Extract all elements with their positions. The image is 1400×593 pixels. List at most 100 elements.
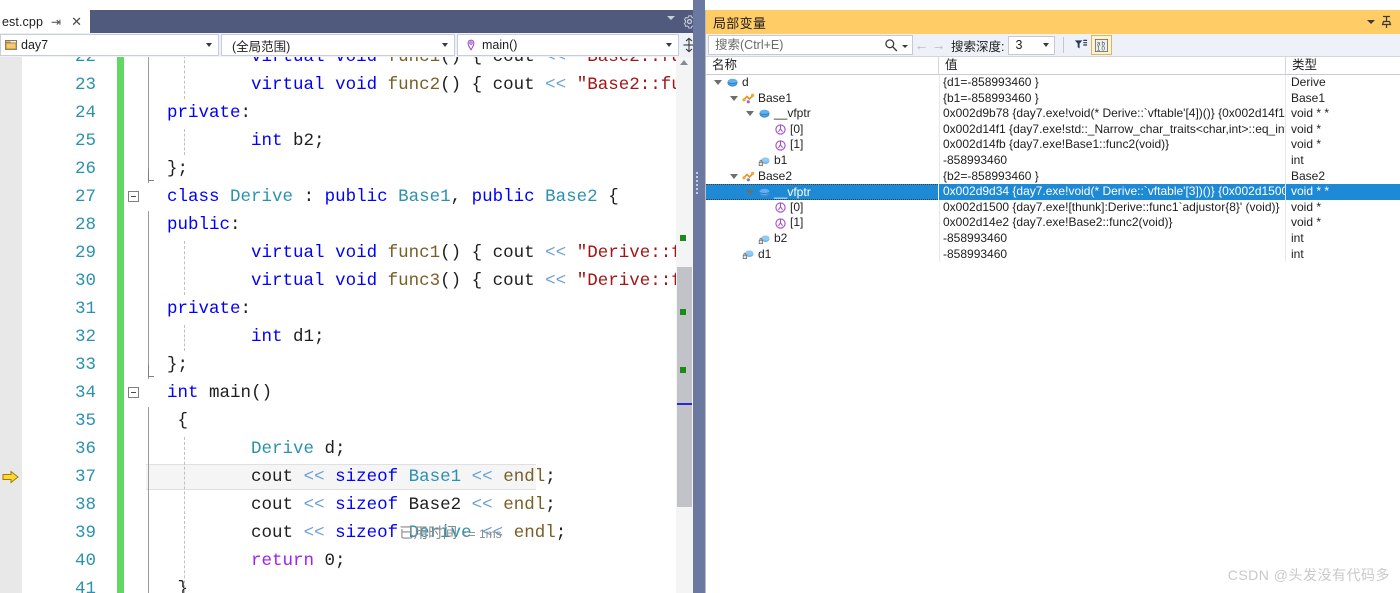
search-depth-dropdown[interactable]: 3: [1008, 35, 1056, 55]
collapse-toggle[interactable]: [128, 191, 139, 202]
code-surface[interactable]: 22 23 24 25 26 27 28 29 30 31 32 33 34 35 36 37 38 39 40 41…: [0, 57, 705, 593]
project-dropdown[interactable]: day7: [0, 34, 219, 56]
column-header-type[interactable]: 类型: [1286, 57, 1400, 74]
locals-tree-row[interactable]: Base1 {b1=-858993460 } Base1: [706, 90, 1400, 107]
code-line[interactable]: class Derive : public Base1, public Base…: [146, 183, 619, 211]
member-dropdown[interactable]: main(): [457, 34, 679, 56]
code-line[interactable]: virtual void func1() { cout << "Derive::…: [146, 239, 705, 267]
locals-row-value[interactable]: 0x002d14f1 {day7.exe!std::_Narrow_char_t…: [939, 122, 1285, 138]
code-line[interactable]: {: [146, 407, 189, 435]
code-line[interactable]: virtual void func2() { cout << "Base2::f…: [146, 71, 705, 99]
expand-collapse-triangle-icon[interactable]: [730, 173, 738, 181]
collapse-toggle[interactable]: [128, 387, 139, 398]
pin-icon[interactable]: ⇥: [49, 16, 63, 28]
code-line[interactable]: private:: [146, 99, 251, 127]
code-line[interactable]: return 0;: [146, 547, 346, 575]
code-line[interactable]: int b2;: [146, 127, 325, 155]
filter-columns-button[interactable]: [1070, 35, 1091, 55]
locals-tree-row[interactable]: __vfptr 0x002d9b78 {day7.exe!void(* Deriv…: [706, 106, 1400, 122]
locals-tree-row[interactable]: [0] 0x002d14f1 {day7.exe!std::_Narrow_cha…: [706, 121, 1400, 138]
code-line[interactable]: cout << sizeof Base2 << endl;: [146, 491, 556, 519]
column-header-value[interactable]: 值: [939, 57, 1286, 74]
expand-collapse-triangle-icon[interactable]: [714, 79, 722, 87]
locals-row-name-cell[interactable]: [0]: [706, 122, 938, 138]
locals-row-value[interactable]: -858993460: [939, 231, 1285, 247]
locals-tree-row[interactable]: [0] 0x002d1500 {day7.exe![thunk]:Derive::…: [706, 199, 1400, 216]
locals-row-value[interactable]: -858993460: [939, 153, 1285, 169]
locals-title-bar[interactable]: 局部变量: [706, 10, 1400, 34]
locals-row-value[interactable]: {b1=-858993460 }: [939, 91, 1285, 107]
scrollbar-thumb[interactable]: [677, 267, 692, 507]
code-line[interactable]: virtual void func3() { cout << "Derive::…: [146, 267, 705, 295]
locals-row-name: d1: [758, 246, 772, 261]
locals-tree-row[interactable]: d {d1=-858993460 } Derive: [706, 75, 1400, 91]
locals-row-value[interactable]: -858993460: [939, 247, 1285, 263]
glyph-margin[interactable]: [0, 57, 22, 593]
locals-row-name-cell[interactable]: [0]: [706, 200, 938, 216]
locals-row-name-cell[interactable]: Base1: [706, 91, 938, 107]
pin-window-icon[interactable]: [1380, 15, 1393, 29]
locals-tree-row[interactable]: b1 -858993460 int: [706, 153, 1400, 169]
expand-collapse-triangle-icon[interactable]: [746, 189, 754, 197]
line-number: 40: [74, 551, 96, 571]
locals-row-name-cell[interactable]: d1: [706, 247, 938, 263]
scope-dropdown[interactable]: (全局范围): [221, 34, 455, 56]
search-icon[interactable]: [884, 38, 898, 52]
locals-row-type: void * *: [1291, 106, 1330, 121]
hexadecimal-display-button[interactable]: a b 1 0: [1091, 35, 1113, 55]
chevron-down-icon[interactable]: [902, 45, 908, 48]
locals-row-name-cell[interactable]: [1]: [706, 215, 938, 231]
locals-row-value[interactable]: 0x002d1500 {day7.exe![thunk]:Derive::fun…: [939, 200, 1285, 216]
locals-tree-row[interactable]: Base2 {b2=-858993460 } Base2: [706, 168, 1400, 185]
expand-collapse-triangle-icon[interactable]: [746, 110, 754, 118]
outlining-margin[interactable]: [124, 57, 146, 593]
code-line[interactable]: private:: [146, 295, 251, 323]
locals-row-type: Base2: [1291, 168, 1326, 183]
code-line[interactable]: cout << sizeof Derive << endl;: [146, 519, 566, 547]
code-line[interactable]: }: [146, 575, 189, 593]
document-tab-est-cpp[interactable]: est.cpp ⇥ ✕: [0, 10, 90, 33]
chevron-down-icon[interactable]: [667, 16, 675, 20]
locals-row-name-cell[interactable]: __vfptr: [706, 184, 938, 200]
code-line[interactable]: Derive d;: [146, 435, 346, 463]
locals-row-name-cell[interactable]: b1: [706, 153, 938, 169]
code-token: sizeof: [335, 523, 399, 543]
locals-tree-row[interactable]: [1] 0x002d14fb {day7.exe!Base1::func2(voi…: [706, 137, 1400, 153]
code-line[interactable]: virtual void func1() { cout << "Base2::f…: [146, 57, 705, 71]
locals-tree-row[interactable]: b2 -858993460 int: [706, 231, 1400, 247]
locals-row-value[interactable]: {b2=-858993460 }: [939, 169, 1285, 185]
locals-row-value[interactable]: 0x002d14e2 {day7.exe!Base2::func2(void)}: [939, 215, 1285, 231]
locals-row-name-cell[interactable]: Base2: [706, 169, 938, 185]
locals-row-value[interactable]: 0x002d14fb {day7.exe!Base1::func2(void)}: [939, 137, 1285, 153]
close-icon[interactable]: ✕: [69, 15, 84, 28]
code-line[interactable]: int d1;: [146, 323, 325, 351]
code-token: {: [146, 411, 189, 431]
editor-vertical-scrollbar[interactable]: [676, 57, 693, 593]
locals-row-name-cell[interactable]: [1]: [706, 137, 938, 153]
locals-tree-row[interactable]: d1 -858993460 int: [706, 246, 1400, 263]
column-header-name[interactable]: 名称: [706, 57, 939, 74]
locals-row-name-cell[interactable]: d: [706, 75, 938, 91]
code-line[interactable]: public:: [146, 211, 241, 239]
code-line[interactable]: int main(): [146, 379, 272, 407]
locals-row-value[interactable]: 0x002d9d34 {day7.exe!void(* Derive::`vft…: [939, 184, 1285, 200]
search-input[interactable]: [713, 36, 881, 54]
search-previous-button[interactable]: ←: [913, 35, 930, 55]
locals-tree-rows[interactable]: d {d1=-858993460 } Derive Base1 {b1=-8589934…: [706, 75, 1400, 275]
code-token: void: [335, 75, 378, 95]
code-line[interactable]: cout << sizeof Base1 << endl;: [146, 463, 556, 491]
locals-row-value[interactable]: {d1=-858993460 }: [939, 75, 1285, 91]
scroll-up-arrow-icon[interactable]: [680, 60, 688, 65]
locals-row-name-cell[interactable]: __vfptr: [706, 106, 938, 122]
search-next-button[interactable]: →: [930, 35, 947, 55]
locals-tree-row[interactable]: [1] 0x002d14e2 {day7.exe!Base2::func2(voi…: [706, 215, 1400, 231]
line-number: 22: [74, 57, 96, 67]
pane-splitter[interactable]: [693, 0, 705, 593]
expand-collapse-triangle-icon[interactable]: [730, 95, 738, 103]
locals-row-value[interactable]: 0x002d9b78 {day7.exe!void(* Derive::`vft…: [939, 106, 1285, 122]
code-text-area[interactable]: virtual void func1() { cout << "Base2::f…: [146, 57, 705, 593]
search-box[interactable]: [708, 35, 913, 55]
locals-tree-row[interactable]: __vfptr 0x002d9d34 {day7.exe!void(* Deriv…: [706, 184, 1400, 200]
chevron-down-icon[interactable]: [1367, 20, 1375, 24]
locals-row-name-cell[interactable]: b2: [706, 231, 938, 247]
